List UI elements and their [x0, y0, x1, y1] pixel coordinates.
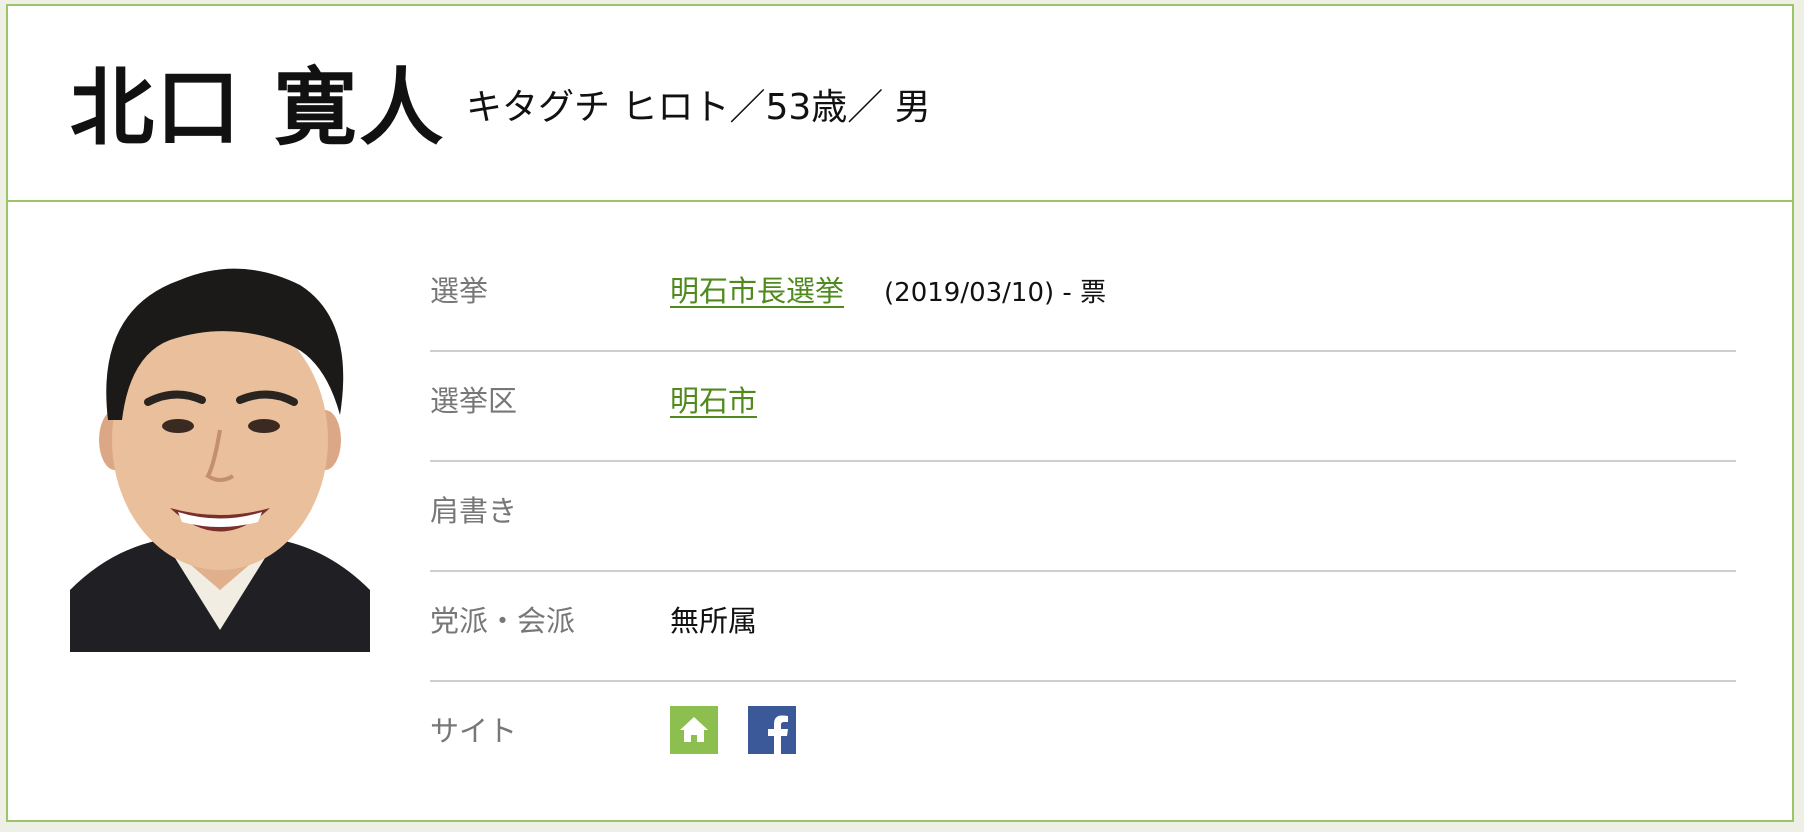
facebook-icon[interactable] [748, 706, 796, 754]
election-date-votes: (2019/03/10) - 票 [884, 278, 1107, 308]
candidate-header: 北口 寛人 キタグチ ヒロト／53歳／ 男 [8, 6, 1792, 202]
candidate-card: 北口 寛人 キタグチ ヒロト／53歳／ 男 選挙 明石市長選挙 (2019/03… [6, 4, 1794, 822]
row-site: サイト [430, 682, 1736, 792]
election-link[interactable]: 明石市長選挙 [670, 274, 844, 308]
row-party: 党派・会派 無所属 [430, 572, 1736, 682]
portrait-image [70, 268, 370, 652]
row-district: 選挙区 明石市 [430, 352, 1736, 462]
candidate-name: 北口 寛人 [70, 59, 446, 157]
title-label: 肩書き [430, 494, 518, 528]
candidate-details: 選挙 明石市長選挙 (2019/03/10) - 票 選挙区 明石市 肩書き 党派… [430, 242, 1736, 792]
election-label: 選挙 [430, 274, 489, 308]
site-label: サイト [430, 714, 518, 748]
home-icon[interactable] [670, 706, 718, 754]
party-value: 無所属 [670, 604, 758, 638]
candidate-sub-info: キタグチ ヒロト／53歳／ 男 [466, 87, 931, 128]
candidate-photo [70, 250, 370, 652]
row-title: 肩書き [430, 462, 1736, 572]
district-value: 明石市 [670, 382, 757, 420]
election-value: 明石市長選挙 (2019/03/10) - 票 [670, 272, 1106, 312]
row-election: 選挙 明石市長選挙 (2019/03/10) - 票 [430, 242, 1736, 352]
party-label: 党派・会派 [430, 604, 576, 638]
district-link[interactable]: 明石市 [670, 384, 757, 418]
district-label: 選挙区 [430, 384, 518, 418]
